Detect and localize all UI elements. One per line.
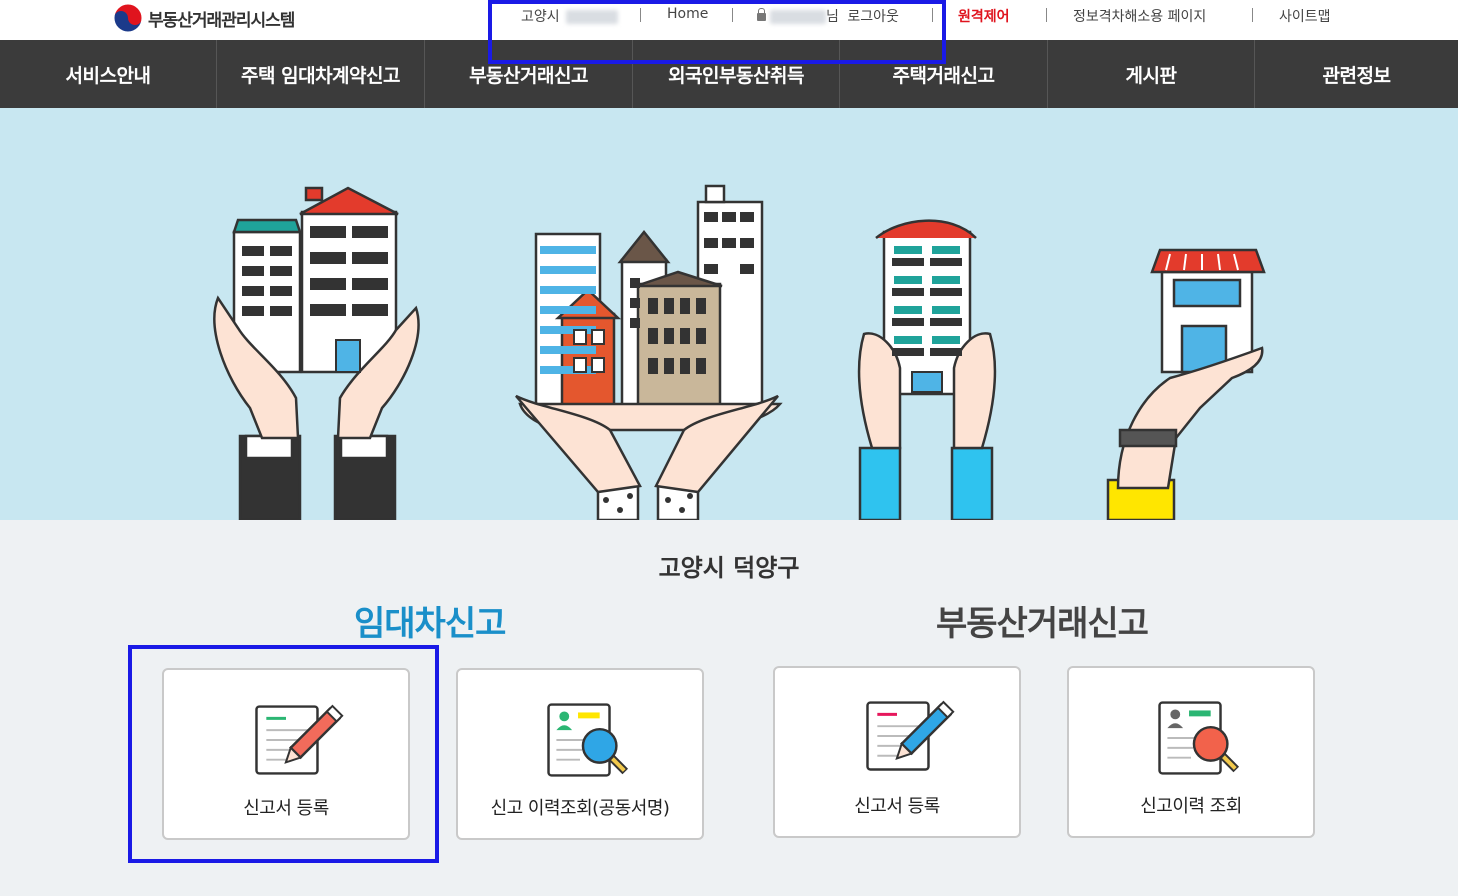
lease-history-label: 신고 이력조회(공동서명) — [490, 798, 670, 819]
nav-board[interactable]: 게시판 — [1048, 40, 1255, 108]
nav-related-info[interactable]: 관련정보 — [1255, 40, 1458, 108]
logo[interactable]: 부동산거래관리시스템 — [112, 3, 295, 33]
remote-control-link[interactable]: 원격제어 — [958, 6, 1010, 26]
home-link[interactable]: Home — [667, 6, 708, 22]
nav-real-estate-report[interactable]: 부동산거래신고 — [425, 40, 633, 108]
trade-history-label: 신고이력 조회 — [1140, 796, 1242, 817]
logout-link[interactable]: 로그아웃 — [847, 9, 899, 25]
document-pencil-icon — [866, 700, 955, 771]
accessibility-page-link[interactable]: 정보격차해소용 페이지 — [1073, 6, 1206, 26]
divider — [732, 8, 733, 22]
sitemap-link[interactable]: 사이트맵 — [1279, 6, 1331, 26]
trade-register-card[interactable]: 신고서 등록 — [773, 666, 1021, 838]
app-title: 부동산거래관리시스템 — [148, 10, 295, 31]
redacted-username — [770, 10, 826, 24]
trade-section-title: 부동산거래신고 — [936, 604, 1149, 644]
region-label: 고양시 — [521, 6, 619, 26]
main-nav: 서비스안내 주택 임대차계약신고 부동산거래신고 외국인부동산취득 주택거래신고… — [0, 40, 1458, 108]
lease-history-card[interactable]: 신고 이력조회(공동서명) — [456, 668, 704, 840]
nav-service-guide[interactable]: 서비스안내 — [0, 40, 217, 108]
hero-banner — [0, 108, 1458, 520]
trade-history-card[interactable]: 신고이력 조회 — [1067, 666, 1315, 838]
nav-foreigner-acquisition[interactable]: 외국인부동산취득 — [633, 40, 840, 108]
region-title: 고양시 덕양구 — [658, 554, 800, 582]
lease-section-title: 임대차신고 — [354, 604, 506, 644]
trade-register-label: 신고서 등록 — [854, 796, 940, 817]
top-utility-bar: 부동산거래관리시스템 고양시 Home 님 로그아웃 원격제어 정보격차해소용 … — [0, 0, 1458, 40]
document-magnifier-icon — [547, 703, 629, 777]
divider — [932, 8, 933, 22]
document-magnifier-icon — [1158, 701, 1240, 775]
user-logout: 님 로그아웃 — [757, 6, 899, 26]
lock-icon — [757, 8, 766, 21]
divider — [1046, 8, 1047, 22]
taegeuk-logo-icon — [113, 3, 143, 33]
divider — [1252, 8, 1253, 22]
lease-register-label: 신고서 등록 — [243, 798, 329, 819]
hands-holding-buildings-illustration — [213, 184, 1266, 520]
lease-register-card[interactable]: 신고서 등록 — [162, 668, 410, 840]
document-pencil-icon — [255, 704, 344, 775]
nav-lease-report[interactable]: 주택 임대차계약신고 — [217, 40, 425, 108]
redacted-region — [566, 10, 619, 24]
divider — [640, 8, 641, 22]
nav-housing-report[interactable]: 주택거래신고 — [840, 40, 1048, 108]
